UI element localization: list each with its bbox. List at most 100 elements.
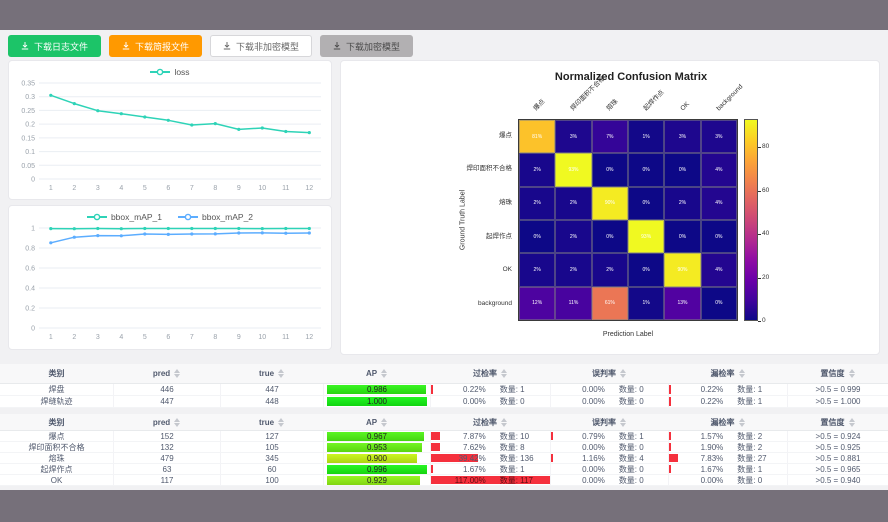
ap-value: 0.953 — [327, 443, 427, 452]
cm-cell: 2% — [555, 253, 591, 286]
cm-cell: 13% — [664, 287, 700, 320]
svg-text:8: 8 — [213, 185, 217, 192]
svg-text:0.2: 0.2 — [25, 306, 35, 313]
misjudge-rate-percent: 1.16% — [551, 454, 605, 463]
sort-control[interactable] — [278, 418, 284, 427]
confidence-cell: >0.5 = 0.999 — [787, 384, 888, 396]
sort-control[interactable] — [174, 418, 180, 427]
cm-column-label: 熔珠 — [606, 98, 621, 113]
sort-control[interactable] — [620, 418, 626, 427]
colorbar-tick-mark — [758, 321, 761, 322]
bbox-map-line-chart: 00.20.40.60.81123456789101112 — [9, 222, 333, 344]
cm-cell: 3% — [664, 120, 700, 153]
column-header-label: 置信度 — [821, 417, 845, 428]
sort-control[interactable] — [501, 418, 507, 427]
misjudge-rate-cell: 0.00%数量: 0 — [550, 475, 668, 486]
sort-control[interactable] — [739, 418, 745, 427]
missed-rate-count: 数量: 2 — [723, 431, 787, 442]
svg-text:5: 5 — [143, 334, 147, 341]
category-cell: 焊印面积不合格 — [0, 442, 113, 453]
sort-control[interactable] — [620, 369, 626, 378]
cm-cell: 0% — [519, 220, 555, 253]
cm-cell: 90% — [592, 187, 628, 220]
colorbar-tick-mark — [758, 147, 761, 148]
download-report-button[interactable]: 下载简报文件 — [109, 35, 202, 57]
svg-text:9: 9 — [237, 334, 241, 341]
column-header-label: true — [259, 369, 274, 378]
svg-text:1: 1 — [31, 226, 35, 233]
true-cell: 105 — [220, 442, 323, 453]
cm-cell: 0% — [664, 153, 700, 186]
misjudge-rate-count: 数量: 0 — [605, 384, 668, 395]
ap-cell: 0.986 — [323, 384, 430, 396]
download-log-button[interactable]: 下载日志文件 — [8, 35, 101, 57]
confidence-cell: >0.5 = 0.925 — [787, 442, 888, 453]
column-header-过检率: 过检率 — [430, 414, 550, 431]
confidence-cell: >0.5 = 0.940 — [787, 475, 888, 486]
cm-cell: 2% — [519, 153, 555, 186]
top-bar — [0, 0, 888, 30]
download-icon — [122, 42, 130, 50]
cm-cell: 93% — [555, 153, 591, 186]
missed-rate-percent: 1.67% — [669, 465, 723, 474]
confusion-matrix-ylabel: Ground Truth Label — [460, 190, 467, 250]
missed-rate-cell: 0.22%数量: 1 — [668, 396, 787, 408]
column-header-过检率: 过检率 — [430, 364, 550, 384]
svg-text:1: 1 — [49, 334, 53, 341]
overdetect-rate-count: 数量: 8 — [486, 442, 550, 453]
sort-control[interactable] — [501, 369, 507, 378]
overdetect-rate-percent: 39.42% — [431, 454, 486, 463]
loss-line-chart: 00.050.10.150.20.250.30.3512345678910111… — [9, 77, 333, 195]
missed-rate-cell: 0.00%数量: 0 — [668, 475, 787, 486]
cm-column-label: background — [716, 83, 746, 113]
column-header-label: 类别 — [49, 417, 65, 428]
true-cell: 100 — [220, 475, 323, 486]
missed-rate-cell: 0.22%数量: 1 — [668, 384, 787, 396]
ap-cell: 1.000 — [323, 396, 430, 408]
svg-text:0.6: 0.6 — [25, 266, 35, 273]
cm-cell: 11% — [555, 287, 591, 320]
column-header-类别: 类别 — [0, 414, 113, 431]
misjudge-rate-count: 数量: 0 — [605, 442, 668, 453]
overdetect-rate-cell: 1.67%数量: 1 — [430, 464, 550, 475]
overdetect-rate-percent: 117.00% — [431, 476, 486, 485]
sort-control[interactable] — [739, 369, 745, 378]
sort-control[interactable] — [278, 369, 284, 378]
overdetect-rate-cell: 7.87%数量: 10 — [430, 431, 550, 442]
confusion-matrix-title: Normalized Confusion Matrix — [501, 71, 761, 83]
legend-item-loss[interactable]: loss — [150, 67, 189, 77]
sort-control[interactable] — [381, 418, 387, 427]
legend-marker-icon — [150, 68, 170, 76]
sort-control[interactable] — [381, 369, 387, 378]
download-encrypted-model-button[interactable]: 下载加密模型 — [320, 35, 413, 57]
legend-item-bbox_mAP_1[interactable]: bbox_mAP_1 — [87, 212, 162, 222]
colorbar-tick-label: 60 — [762, 187, 769, 195]
overdetect-rate-cell: 39.42%数量: 136 — [430, 453, 550, 464]
category-cell: OK — [0, 475, 113, 486]
missed-rate-percent: 0.22% — [669, 397, 723, 406]
svg-text:0.1: 0.1 — [25, 149, 35, 156]
overdetect-rate-cell: 7.62%数量: 8 — [430, 442, 550, 453]
summary-metrics-table: 类别predtrueAP过检率误判率漏检率置信度焊盘4464470.9860.2… — [0, 364, 888, 408]
pred-cell: 447 — [113, 396, 220, 408]
legend-item-bbox_mAP_2[interactable]: bbox_mAP_2 — [178, 212, 253, 222]
category-cell: 焊缝轨迹 — [0, 396, 113, 408]
sort-control[interactable] — [174, 369, 180, 378]
column-header-误判率: 误判率 — [550, 414, 668, 431]
cm-cell: 2% — [555, 220, 591, 253]
svg-text:1: 1 — [49, 185, 53, 192]
sort-control[interactable] — [849, 369, 855, 378]
download-plain-model-label: 下载非加密模型 — [236, 40, 299, 53]
sort-control[interactable] — [849, 418, 855, 427]
overdetect-rate-count: 数量: 1 — [486, 384, 550, 395]
svg-text:11: 11 — [282, 334, 289, 341]
download-plain-model-button[interactable]: 下载非加密模型 — [210, 35, 312, 57]
cm-cell: 4% — [701, 153, 737, 186]
colorbar-tick-mark — [758, 191, 761, 192]
cm-cell: 4% — [701, 253, 737, 286]
svg-text:0.8: 0.8 — [25, 246, 35, 253]
missed-rate-percent: 1.90% — [669, 443, 723, 452]
cm-cell: 1% — [628, 120, 664, 153]
overdetect-rate-percent: 0.22% — [431, 385, 486, 394]
misjudge-rate-cell: 0.00%数量: 0 — [550, 384, 668, 396]
